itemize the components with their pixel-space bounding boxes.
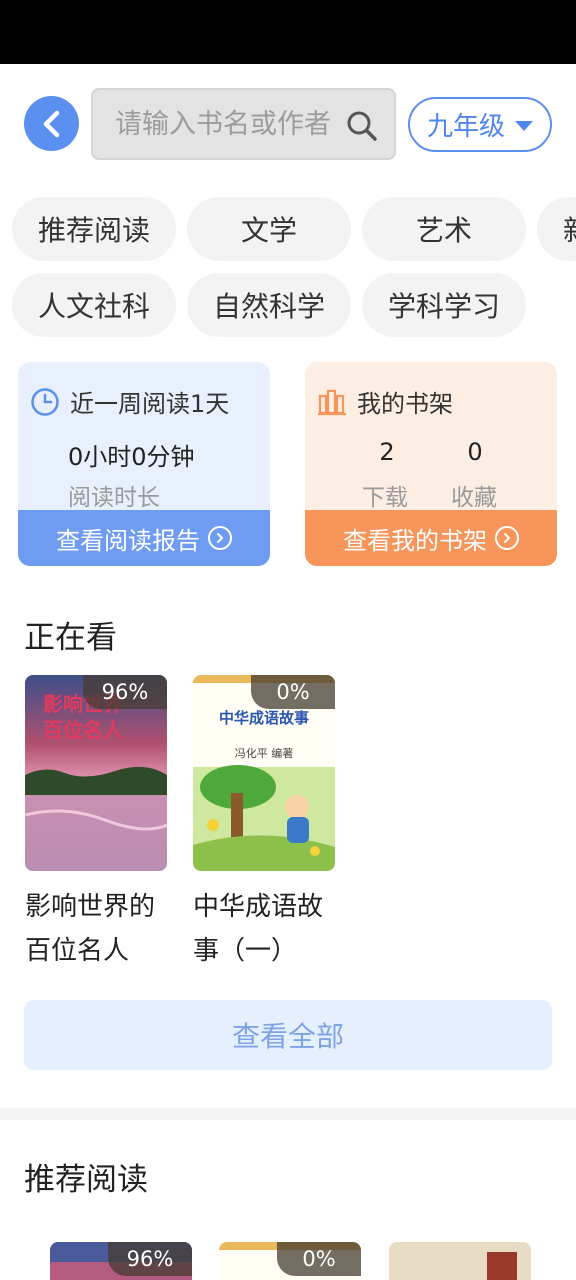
category-label: 推荐阅读 (37, 214, 150, 247)
svg-text:百位名人: 百位名人 (43, 718, 124, 742)
grade-label: 九年级 (426, 112, 505, 142)
section-title-text: 推荐阅读 (24, 1162, 148, 1198)
category-chip-new[interactable]: 新 (537, 197, 576, 261)
search-input[interactable] (115, 104, 345, 144)
view-bookshelf-label: 查看我的书架 (343, 526, 487, 555)
section-title-watching: 正在看 (24, 612, 117, 657)
category-label: 自然科学 (212, 290, 325, 323)
section-divider (0, 1108, 576, 1120)
downloads-count: 2 (379, 438, 395, 466)
book-cover[interactable]: 中华成语故事 冯化平 编著 0% (193, 675, 335, 871)
category-label: 新 (563, 209, 576, 249)
section-title-recommend: 推荐阅读 (24, 1154, 148, 1199)
recommended-book-cover[interactable]: 96% (50, 1242, 192, 1280)
category-chip-literature[interactable]: 文学 (187, 197, 351, 261)
bookshelf-card[interactable]: 我的书架 2 下载 0 收藏 查看我的书架 (305, 362, 557, 566)
chevron-right-circle-icon (495, 526, 519, 550)
category-chip-art[interactable]: 艺术 (362, 197, 526, 261)
shelf-card-title-text: 我的书架 (357, 390, 453, 418)
view-reading-report-button[interactable]: 查看阅读报告 (18, 510, 270, 566)
category-label: 艺术 (415, 214, 472, 247)
status-bar (0, 0, 576, 64)
category-label: 学科学习 (387, 290, 500, 323)
reading-stats-card[interactable]: 近一周阅读1天 0小时0分钟 阅读时长 查看阅读报告 (18, 362, 270, 566)
book-title[interactable]: 影响世界的百位名人 (25, 885, 175, 973)
reading-progress-badge: 96% (108, 1242, 192, 1276)
category-label: 文学 (240, 214, 297, 247)
reading-duration: 0小时0分钟 (68, 443, 195, 471)
header: 九年级 (0, 88, 576, 160)
favorites-label: 收藏 (451, 485, 497, 511)
category-chip-subjects[interactable]: 学科学习 (362, 273, 526, 337)
reading-progress-badge: 0% (277, 1242, 361, 1276)
search-icon[interactable] (346, 110, 378, 142)
book-title[interactable]: 中华成语故事（一） (193, 885, 343, 973)
svg-text:中华成语故事: 中华成语故事 (219, 709, 309, 727)
grade-selector[interactable]: 九年级 (408, 97, 552, 152)
view-bookshelf-button[interactable]: 查看我的书架 (305, 510, 557, 566)
category-chip-humanities[interactable]: 人文社科 (12, 273, 176, 337)
reading-card-title-text: 近一周阅读1天 (70, 390, 230, 418)
reading-duration-label: 阅读时长 (68, 485, 160, 511)
search-box[interactable] (91, 88, 396, 160)
bookshelf-icon (318, 389, 346, 415)
recommended-book-cover[interactable] (389, 1242, 531, 1280)
reading-progress-badge: 96% (83, 675, 167, 709)
category-label: 人文社科 (37, 290, 150, 323)
chevron-left-icon (43, 110, 59, 137)
book-cover[interactable]: 影响世界 百位名人 96% (25, 675, 167, 871)
reading-progress-badge: 0% (251, 675, 335, 709)
book-cover-image (389, 1242, 531, 1280)
reading-card-title: 近一周阅读1天 (30, 384, 229, 419)
back-button[interactable] (24, 96, 79, 151)
section-title-text: 正在看 (24, 620, 117, 656)
chevron-right-circle-icon (208, 526, 232, 550)
view-reading-report-label: 查看阅读报告 (56, 526, 200, 555)
category-chip-science[interactable]: 自然科学 (187, 273, 351, 337)
recommended-book-cover[interactable]: 0% (219, 1242, 361, 1280)
favorites-count: 0 (467, 438, 483, 466)
view-all-button[interactable]: 查看全部 (24, 1000, 552, 1070)
clock-icon (31, 387, 59, 416)
caret-down-icon (515, 120, 533, 131)
category-chip-recommend[interactable]: 推荐阅读 (12, 197, 176, 261)
downloads-label: 下载 (362, 485, 408, 511)
svg-text:冯化平 编著: 冯化平 编著 (235, 746, 294, 760)
shelf-card-title: 我的书架 (317, 384, 453, 419)
